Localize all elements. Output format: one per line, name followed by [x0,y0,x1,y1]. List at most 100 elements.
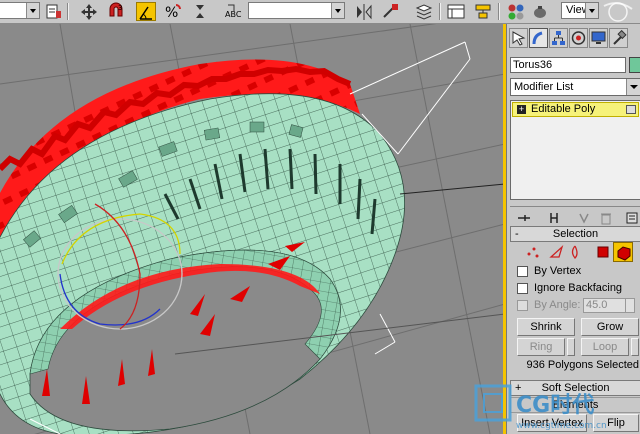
edit-named-selection-button[interactable]: ABC [224,2,244,21]
remove-modifier-button[interactable] [598,210,614,226]
mirror-icon [357,4,372,20]
percent-snap-icon: % [165,4,181,21]
make-unique-button[interactable] [576,210,592,226]
selection-filter-dropdown[interactable] [0,2,40,19]
pin-stack-button[interactable] [516,210,532,226]
select-by-name-button[interactable] [44,2,64,21]
hierarchy-icon [552,31,565,45]
tab-create[interactable] [509,28,528,48]
site-logo [603,2,633,22]
align-icon [383,4,398,18]
cgtime-watermark: CG时代 www.cgtime.com.cn [474,384,607,431]
loop-spinner[interactable] [631,338,639,356]
ring-button[interactable]: Ring [517,338,565,356]
modifier-toggle-icon[interactable] [626,105,636,114]
polygon-mode-button[interactable] [593,242,613,262]
select-move-button[interactable] [79,2,99,21]
by-vertex-checkbox[interactable] [517,266,528,277]
curve-editor-icon [447,4,465,19]
border-icon [571,245,578,259]
chevron-down-icon [26,3,39,18]
configure-icon [626,212,638,224]
modify-bend-icon [532,31,543,45]
chevron-down-icon [331,3,344,18]
spinner-snap-icon [196,5,204,18]
abc-named-selection-icon: ABC [225,4,242,19]
by-angle-option[interactable]: By Angle: 45.0 [517,298,640,313]
selection-status: 936 Polygons Selected [526,359,639,371]
expand-plus-icon[interactable]: + [517,105,526,114]
angle-snap-icon [139,6,152,20]
toolbar-separator [439,3,441,20]
move-icon [81,4,97,20]
angle-snap-button[interactable] [136,2,156,21]
magnet-snap-icon: 3 [109,2,123,17]
tab-display[interactable] [589,28,608,48]
perspective-viewport[interactable] [0,24,505,434]
element-icon [617,246,631,261]
border-mode-button[interactable] [567,242,587,262]
vertex-icon [527,247,539,258]
named-selection-sets-dropdown[interactable] [248,2,345,19]
spinner-arrows-icon[interactable] [625,299,634,312]
percent-snap-button[interactable]: % [163,2,183,21]
tab-motion[interactable] [569,28,588,48]
spinner-snap-button[interactable] [190,2,210,21]
shrink-button[interactable]: Shrink [517,318,575,336]
layers-icon [415,4,433,20]
trash-icon [601,213,611,225]
material-editor-button[interactable] [506,2,526,21]
end-result-icon [550,213,558,223]
object-color-swatch[interactable] [629,57,640,73]
command-panel: Torus36 Modifier List + Editable Poly - [506,24,640,434]
curve-editor-button[interactable] [446,2,466,21]
stack-toolbar [510,206,640,228]
modifier-list-dropdown[interactable]: Modifier List [510,78,640,96]
loop-button[interactable]: Loop [581,338,629,356]
command-panel-tabs [507,24,640,54]
align-button[interactable] [381,2,401,21]
selection-rollout-header[interactable]: - Selection [510,226,640,242]
tab-hierarchy[interactable] [549,28,568,48]
polygon-icon [597,246,609,258]
torus-scene [0,24,505,434]
subobject-level-toolbar [513,242,639,262]
select-by-name-icon [46,4,61,19]
main-toolbar: 3 % ABC View [0,0,640,24]
toolbar-separator [498,3,500,20]
material-spheres-icon [508,4,524,20]
grow-button[interactable]: Grow [581,318,639,336]
toolbar-separator [67,3,69,20]
pin-icon [518,215,530,221]
chevron-down-icon [626,79,640,95]
ignore-backfacing-checkbox[interactable] [517,283,528,294]
tab-utilities[interactable] [609,28,628,48]
schematic-icon [475,4,491,19]
svg-text:ABC: ABC [225,10,242,19]
by-angle-checkbox[interactable] [517,300,528,311]
watermark-text: CG时代 [516,393,594,418]
motion-icon [571,31,586,45]
show-end-result-button[interactable] [546,210,562,226]
element-mode-button[interactable] [613,242,633,262]
snap-toggle-button[interactable]: 3 [106,2,126,21]
configure-modifier-sets-button[interactable] [624,210,640,226]
stack-item-editable-poly[interactable]: + Editable Poly [512,102,639,117]
ring-spinner[interactable] [567,338,575,356]
make-unique-icon [579,213,589,224]
edge-icon [549,244,564,258]
watermark-url: www.cgtime.com.cn [516,421,607,431]
mirror-button[interactable] [354,2,374,21]
utilities-hammer-icon [613,29,627,45]
display-monitor-icon [591,31,606,44]
vertex-mode-button[interactable] [523,242,543,262]
svg-text:%: % [165,5,178,21]
modifier-stack: + Editable Poly [510,100,640,200]
tab-modify[interactable] [529,28,548,48]
by-angle-spinner[interactable]: 45.0 [583,298,635,313]
edge-mode-button[interactable] [547,242,567,262]
layer-manager-button[interactable] [414,2,434,21]
svg-text:3: 3 [118,4,122,12]
schematic-view-button[interactable] [473,2,493,21]
object-name-field[interactable]: Torus36 [510,57,626,73]
